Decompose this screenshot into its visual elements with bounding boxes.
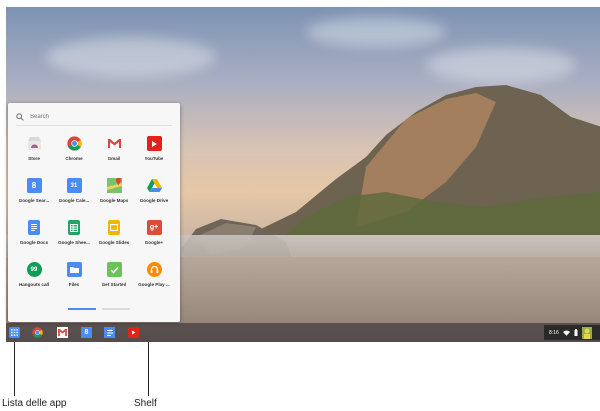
app-files[interactable]: Files [54, 262, 94, 304]
app-gmail[interactable]: Gmail [94, 136, 134, 178]
google-search-icon: 8 [26, 178, 42, 193]
app-label: Google Maps [99, 198, 129, 203]
google-drive-icon [146, 178, 162, 193]
youtube-icon[interactable] [128, 327, 139, 338]
gmail-icon[interactable] [57, 327, 68, 338]
app-label: Gmail [107, 156, 121, 161]
app-label: Get Started [101, 282, 127, 287]
app-label: Google Docs [19, 240, 49, 245]
chrome-icon [66, 136, 82, 151]
files-icon [66, 262, 82, 277]
app-label: Google Drive [139, 198, 169, 203]
google-maps-icon [106, 178, 122, 193]
page-indicator [68, 308, 130, 310]
app-label: Google Play ... [138, 282, 170, 287]
shelf-callout-label: Shelf [134, 398, 157, 409]
app-google-drive[interactable]: Google Drive [134, 178, 174, 220]
google-search-icon[interactable]: 8 [81, 327, 92, 338]
app-store[interactable]: Store [14, 136, 54, 178]
app-google-slides[interactable]: Google Slides [94, 220, 134, 262]
page-dot-1[interactable] [68, 308, 96, 310]
launcher-callout-label: Lista delle app [2, 398, 67, 409]
app-label: Files [68, 282, 80, 287]
app-launcher-icon[interactable] [9, 327, 20, 338]
app-youtube[interactable]: YouTube [134, 136, 174, 178]
search-icon [16, 113, 24, 121]
app-google-play-music[interactable]: Google Play ... [134, 262, 174, 304]
app-label: Google Sear... [18, 198, 50, 203]
avatar [581, 326, 592, 339]
app-label: Google+ [144, 240, 164, 245]
system-tray[interactable]: 8:16 [544, 325, 600, 340]
google-calendar-icon: 31 [66, 178, 82, 193]
app-google-plus[interactable]: g+ Google+ [134, 220, 174, 262]
app-launcher-panel: Store Chrome Gmail YouTube 8 Google Sear… [8, 103, 180, 322]
app-label: Store [28, 156, 40, 161]
app-label: YouTube [144, 156, 164, 161]
app-chrome[interactable]: Chrome [54, 136, 94, 178]
launcher-callout-line [14, 342, 15, 396]
google-play-music-icon [146, 262, 162, 277]
app-label: Google Slides [98, 240, 130, 245]
app-label: Google Shee... [58, 240, 90, 245]
app-google-docs[interactable]: Google Docs [14, 220, 54, 262]
clock: 8:16 [549, 329, 559, 336]
app-google-maps[interactable]: Google Maps [94, 178, 134, 220]
google-sheets-icon [68, 220, 80, 235]
youtube-icon [146, 136, 162, 151]
shelf-callout-line [148, 342, 149, 396]
app-google-sheets[interactable]: Google Shee... [54, 220, 94, 262]
hangouts-icon: 99 [26, 262, 42, 277]
google-docs-icon [28, 220, 40, 235]
battery-icon [574, 329, 578, 336]
shelf: 8 8:16 [6, 323, 600, 342]
page-dot-2[interactable] [102, 308, 130, 310]
app-label: Hangouts call [18, 282, 50, 287]
launcher-search-input[interactable] [30, 114, 150, 120]
app-google-calendar[interactable]: 31 Google Cale... [54, 178, 94, 220]
store-icon [27, 136, 42, 151]
app-grid: Store Chrome Gmail YouTube 8 Google Sear… [14, 136, 174, 304]
google-plus-icon: g+ [146, 220, 162, 235]
google-slides-icon [108, 220, 120, 235]
gmail-icon [107, 136, 122, 151]
app-label: Chrome [65, 156, 83, 161]
chrome-icon[interactable] [32, 327, 43, 338]
app-label: Google Cale... [58, 198, 90, 203]
get-started-icon [106, 262, 122, 277]
google-docs-icon[interactable] [104, 327, 115, 338]
launcher-search-bar[interactable] [16, 109, 172, 126]
wifi-icon [562, 329, 570, 336]
app-hangouts-call[interactable]: 99 Hangouts call [14, 262, 54, 304]
app-get-started[interactable]: Get Started [94, 262, 134, 304]
app-google-search[interactable]: 8 Google Sear... [14, 178, 54, 220]
